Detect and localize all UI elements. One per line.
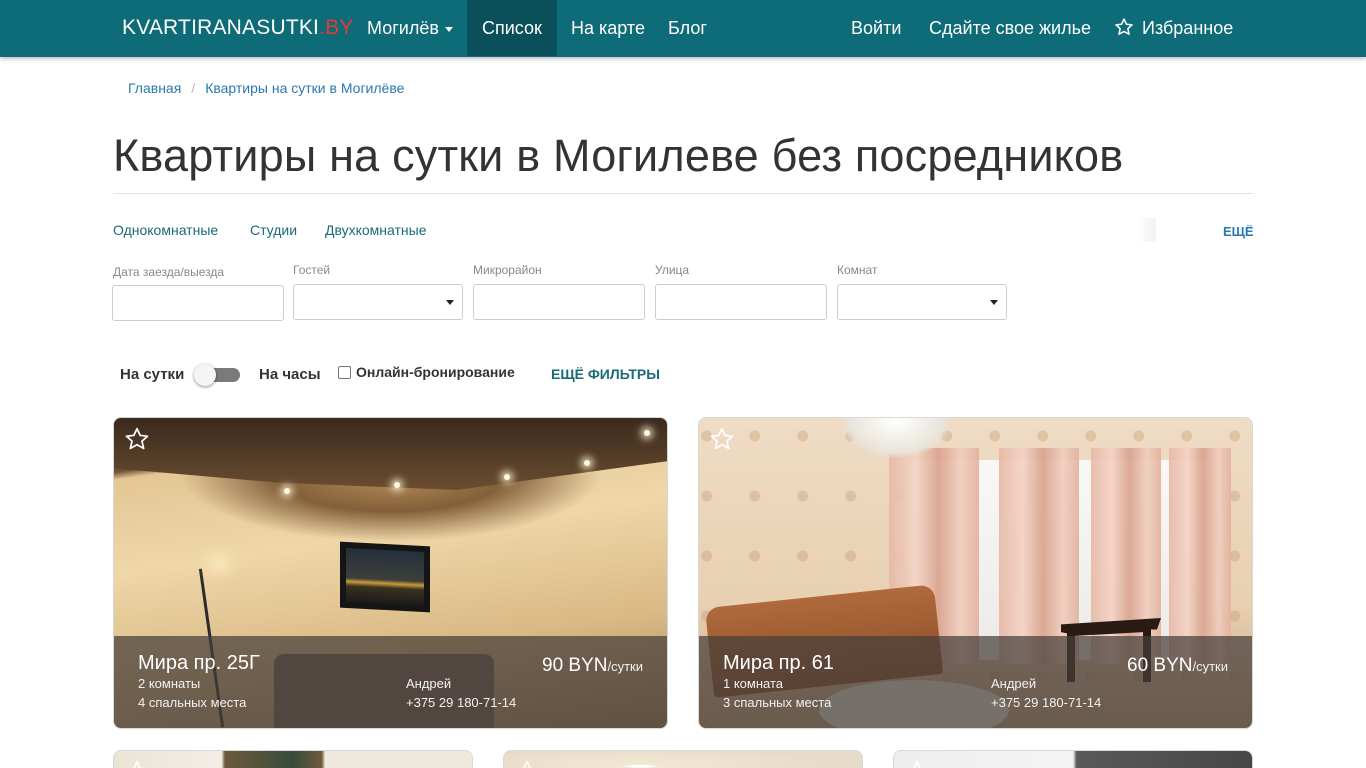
listing-card[interactable] [113,750,473,768]
caret-down-icon [444,26,453,32]
listing-rooms: 2 комнаты [138,676,201,691]
guests-label: Гостей [293,263,331,277]
nav-blog[interactable]: Блог [653,0,722,56]
listing-street: Мира пр. 25Г [138,652,260,674]
photo-ceiling-light [284,488,290,494]
brand-name: KVARTIRANASUTKI [122,16,320,39]
rooms-select[interactable] [837,284,1007,320]
nav-list[interactable]: Список [467,0,557,56]
street-input[interactable] [655,284,827,320]
dates-input[interactable] [112,285,284,321]
quick-links-more[interactable]: ЕЩЁ [1223,224,1254,239]
quick-link-one-room[interactable]: Однокомнатные [113,222,218,238]
nav-list-label: Список [482,18,542,38]
brand-logo[interactable]: KVARTIRANASUTKI.BY [122,16,354,40]
star-outline-icon[interactable] [709,426,735,452]
listing-price-unit: /сутки [607,659,643,674]
top-navbar: KVARTIRANASUTKI.BY Могилёв Список На кар… [0,0,1366,57]
photo-ceiling-light [504,474,510,480]
photo-ceiling [114,418,667,490]
photo-curtain [1169,448,1231,664]
star-outline-icon[interactable] [514,759,540,768]
district-label: Микрорайон [473,263,542,277]
photo-ceiling-light [644,430,650,436]
quick-link-two-room[interactable]: Двухкомнатные [325,222,427,238]
city-dropdown-label: Могилёв [367,18,439,38]
guests-select[interactable] [293,284,463,320]
rent-out-link[interactable]: Сдайте свое жилье [914,0,1106,56]
photo-ceiling-light [394,482,400,488]
caret-down-icon [446,300,454,305]
district-input[interactable] [473,284,645,320]
listing-beds: 4 спальных места [138,695,247,710]
star-outline-icon[interactable] [124,426,150,452]
listing-price-value: 60 BYN [1127,655,1193,676]
listing-owner: Андрей [406,676,452,691]
online-booking-label[interactable]: Онлайн-бронирование [356,364,515,380]
dates-label: Дата заезда/выезда [113,265,225,279]
brand-tld: .BY [319,16,354,39]
breadcrumb-home[interactable]: Главная [128,80,181,96]
favorites-link[interactable]: Избранное [1099,0,1248,56]
listing-owner: Андрей [991,676,1037,691]
listing-price-unit: /сутки [1192,659,1228,674]
city-dropdown[interactable]: Могилёв [352,0,468,56]
daily-label: На сутки [120,366,185,383]
breadcrumb: Главная / Квартиры на сутки в Могилёве [128,80,404,96]
listing-card[interactable] [893,750,1253,768]
photo-wall-picture-art [346,547,424,607]
listing-price: 90 BYN/сутки [542,655,643,677]
listing-rooms: 1 комната [723,676,784,691]
listing-info-panel: Мира пр. 25Г 2 комнаты 4 спальных места … [114,636,667,728]
listing-phone[interactable]: +375 29 180-71-14 [406,695,516,710]
title-divider [113,193,1253,194]
listing-beds: 3 спальных места [723,695,832,710]
nav-map-label: На карте [571,18,645,38]
login-link[interactable]: Войти [836,0,916,56]
listing-card[interactable]: Мира пр. 61 1 комната 3 спальных места А… [698,417,1253,729]
switch-knob [194,364,216,386]
listing-price: 60 BYN/сутки [1127,655,1228,677]
more-filters-button[interactable]: ЕЩЁ ФИЛЬТРЫ [551,366,660,382]
photo-wall-picture [340,541,430,613]
street-label: Улица [655,263,690,277]
star-outline-icon[interactable] [904,759,930,768]
rooms-label: Комнат [837,263,878,277]
star-outline-icon[interactable] [124,759,150,768]
listing-card[interactable] [503,750,863,768]
photo-ceiling-light [584,460,590,466]
page-title: Квартиры на сутки в Могилеве без посредн… [113,130,1124,181]
breadcrumb-separator: / [191,80,196,96]
listing-card[interactable]: Мира пр. 25Г 2 комнаты 4 спальных места … [113,417,668,729]
listing-price-value: 90 BYN [542,655,608,676]
daily-hourly-switch[interactable] [194,364,240,386]
login-label: Войти [851,18,902,38]
favorites-label: Избранное [1142,18,1234,38]
listing-street: Мира пр. 61 [723,652,834,674]
caret-down-icon [990,300,998,305]
online-booking-checkbox[interactable] [338,366,351,379]
listing-phone[interactable]: +375 29 180-71-14 [991,695,1101,710]
rent-out-label: Сдайте свое жилье [929,18,1091,38]
nav-map[interactable]: На карте [556,0,660,56]
nav-blog-label: Блог [668,18,707,38]
quick-link-studios[interactable]: Студии [250,222,297,238]
star-outline-icon [1115,18,1133,35]
scroll-fade [1138,218,1156,242]
photo-lamp-head [212,560,226,568]
listing-info-panel: Мира пр. 61 1 комната 3 спальных места А… [699,636,1252,728]
hourly-label: На часы [259,366,321,383]
breadcrumb-current[interactable]: Квартиры на сутки в Могилёве [205,80,404,96]
